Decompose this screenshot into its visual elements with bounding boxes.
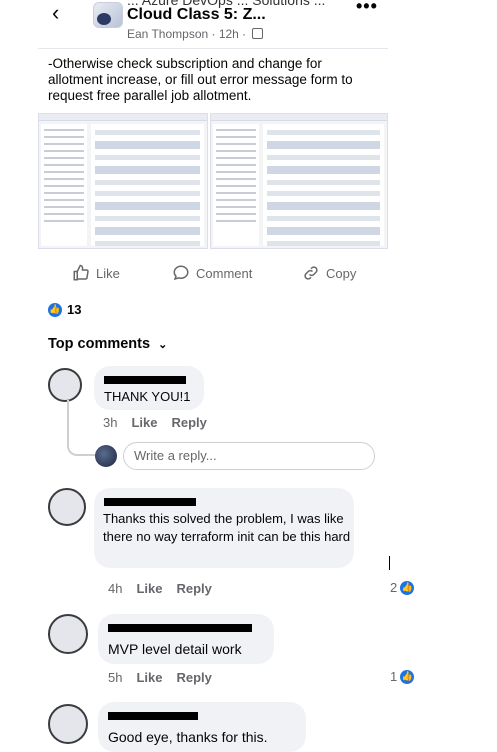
comment-label: Comment	[196, 265, 253, 281]
post-image-2[interactable]	[210, 113, 388, 249]
comment-reply-link[interactable]: Reply	[176, 581, 211, 596]
divider	[38, 48, 388, 49]
comment-text: Good eye, thanks for this.	[108, 729, 268, 745]
avatar[interactable]	[48, 488, 86, 526]
comment-bubble: Good eye, thanks for this.	[98, 702, 306, 752]
comments-header: Top comments	[48, 336, 151, 352]
comment-meta: 3h Like Reply	[103, 415, 207, 430]
reaction-count: 13	[67, 302, 82, 317]
chevron-down-icon: ⌄	[158, 339, 168, 351]
comment-reaction-number: 2	[390, 580, 398, 595]
comment-like-link[interactable]: Like	[136, 581, 162, 596]
comment-button[interactable]: Comment	[172, 264, 252, 282]
comment-reaction-count[interactable]: 2 👍	[390, 580, 415, 595]
comment-bubble: MVP level detail work	[98, 614, 274, 664]
redacted-name	[104, 498, 196, 506]
comment-reaction-number: 1	[390, 669, 398, 684]
comment-meta: 4h Like Reply	[108, 581, 212, 596]
avatar[interactable]	[48, 614, 88, 654]
comment-text: THANK YOU!1	[104, 389, 191, 404]
comment-text: Thanks this solved the problem, I was li…	[103, 511, 351, 544]
redacted-name	[104, 376, 186, 384]
redacted-name	[108, 712, 198, 720]
post-image-1[interactable]	[38, 113, 208, 249]
audience-icon	[251, 28, 263, 39]
reaction-summary[interactable]: 👍 13	[48, 302, 81, 317]
comment-reaction-count[interactable]: 1 👍	[390, 669, 415, 684]
link-icon	[304, 266, 318, 280]
comment-time: 5h	[108, 670, 123, 685]
text-cursor	[389, 556, 390, 570]
comment-like-link[interactable]: Like	[136, 670, 162, 685]
current-user-avatar	[95, 445, 117, 467]
comment-bubble: THANK YOU!1	[94, 366, 204, 410]
avatar[interactable]	[48, 368, 82, 402]
comment-text: MVP level detail work	[108, 641, 242, 657]
comment-bubble: Thanks this solved the problem, I was li…	[94, 488, 354, 568]
group-avatar[interactable]	[93, 2, 123, 28]
comment-reply-link[interactable]: Reply	[171, 415, 206, 430]
comment-icon	[173, 265, 189, 281]
group-title[interactable]: Cloud Class 5: Z...	[127, 6, 266, 24]
comment-like-link[interactable]: Like	[131, 415, 157, 430]
thread-connector	[67, 400, 95, 456]
redacted-name	[108, 624, 252, 632]
like-button[interactable]: Like	[72, 264, 120, 282]
thumbs-up-icon	[73, 264, 89, 281]
post-text: -Otherwise check subscription and change…	[48, 56, 353, 103]
avatar[interactable]	[48, 704, 88, 744]
comment-time: 3h	[103, 415, 118, 430]
like-label: Like	[96, 265, 120, 281]
copy-button[interactable]: Copy	[302, 264, 356, 282]
more-options-icon[interactable]: •••	[356, 0, 378, 17]
copy-label: Copy	[326, 265, 357, 281]
reply-input[interactable]: Write a reply...	[123, 442, 375, 470]
like-reaction-icon: 👍	[400, 669, 415, 684]
like-reaction-icon: 👍	[48, 302, 62, 317]
comment-reply-link[interactable]: Reply	[176, 670, 211, 685]
comment-time: 4h	[108, 581, 123, 596]
comment-meta: 5h Like Reply	[108, 670, 212, 685]
comments-sort-dropdown[interactable]: Top comments ⌄	[48, 336, 167, 352]
like-reaction-icon: 👍	[400, 580, 415, 595]
author-line: Ean Thompson · 12h ·	[127, 27, 263, 41]
author-info[interactable]: Ean Thompson · 12h ·	[127, 27, 246, 41]
back-arrow-icon[interactable]: ‹	[52, 0, 59, 26]
